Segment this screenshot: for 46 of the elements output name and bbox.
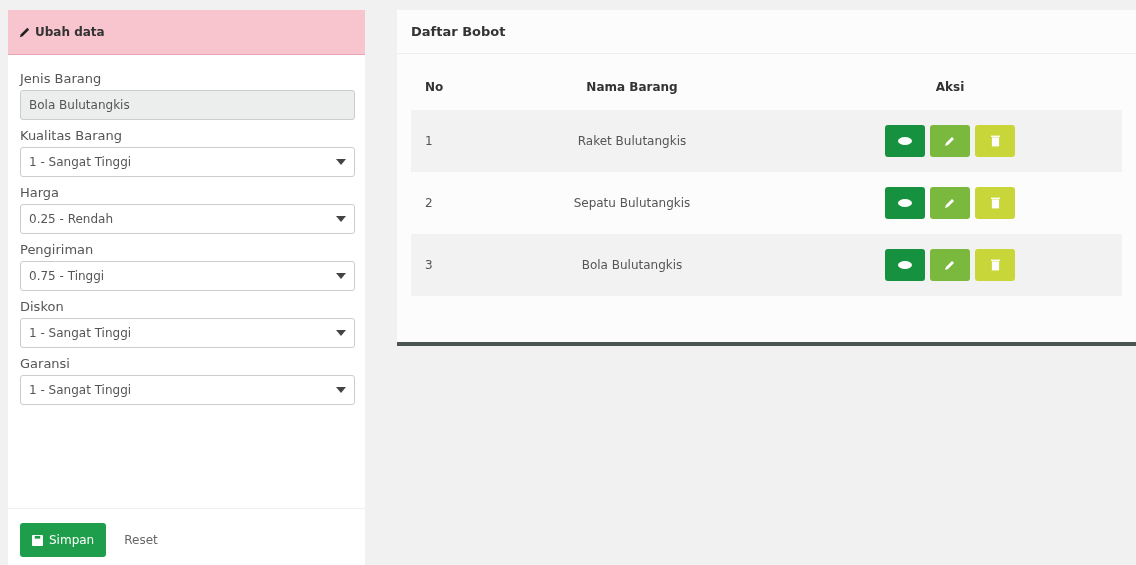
select-field[interactable]: 1 - Sangat Tinggi	[20, 318, 355, 348]
select-field[interactable]: 0.75 - Tinggi	[20, 261, 355, 291]
trash-icon	[990, 259, 1000, 271]
table-cell: Sepatu Bulutangkis	[486, 172, 778, 234]
delete-button[interactable]	[975, 125, 1015, 157]
edit-button[interactable]	[930, 125, 970, 157]
caret-icon	[336, 387, 346, 393]
table-cell: Bola Bulutangkis	[486, 234, 778, 296]
reset-link[interactable]: Reset	[124, 533, 158, 547]
view-button[interactable]	[885, 187, 925, 219]
pencil-icon	[944, 135, 956, 147]
floppy-icon	[32, 534, 43, 546]
card-title: Daftar Bobot	[397, 10, 1136, 54]
field-label: Harga	[20, 185, 61, 200]
table-cell: 3	[411, 234, 486, 296]
table-cell: 1	[411, 110, 486, 172]
caret-icon	[336, 330, 346, 336]
caret-icon	[336, 216, 346, 222]
view-button[interactable]	[885, 125, 925, 157]
caret-icon	[336, 273, 346, 279]
column-header: No	[411, 64, 486, 110]
column-header: Aksi	[778, 64, 1122, 110]
field-label: Jenis Barang	[20, 71, 103, 86]
field-label: Kualitas Barang	[20, 128, 123, 143]
select-field[interactable]: 0.25 - Rendah	[20, 204, 355, 234]
delete-button[interactable]	[975, 249, 1015, 281]
input-field[interactable]: Bola Bulutangkis	[20, 90, 355, 120]
column-header: Nama Barang	[486, 64, 778, 110]
table-cell: 2	[411, 172, 486, 234]
select-field[interactable]: 1 - Sangat Tinggi	[20, 375, 355, 405]
pencil-icon	[18, 25, 31, 39]
trash-icon	[990, 197, 1000, 209]
panel-title: Ubah data	[35, 25, 105, 39]
table-cell: Raket Bulutangkis	[486, 110, 778, 172]
caret-icon	[336, 159, 346, 165]
delete-button[interactable]	[975, 187, 1015, 219]
edit-button[interactable]	[930, 249, 970, 281]
field-label: Diskon	[20, 299, 65, 314]
field-label: Garansi	[20, 356, 71, 371]
pencil-icon	[944, 197, 956, 209]
field-label: Pengiriman	[20, 242, 95, 257]
pencil-icon	[944, 259, 956, 271]
trash-icon	[990, 135, 1000, 147]
select-field[interactable]: 1 - Sangat Tinggi	[20, 147, 355, 177]
view-button[interactable]	[885, 249, 925, 281]
edit-button[interactable]	[930, 187, 970, 219]
